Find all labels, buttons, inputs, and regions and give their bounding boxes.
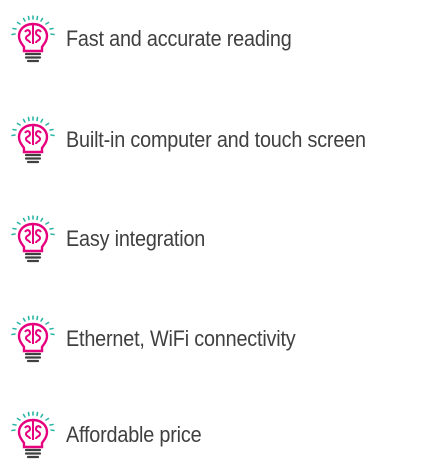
feature-item-connectivity: Ethernet, WiFi connectivity [8,314,321,364]
brain-bulb-icon [8,410,58,460]
brain-bulb-icon [8,214,58,264]
feature-list: Fast and accurate reading Built-in compu… [0,0,441,459]
feature-label: Fast and accurate reading [66,26,292,51]
brain-bulb-icon [8,314,58,364]
feature-item-easy-integration: Easy integration [8,214,221,264]
brain-bulb-icon [8,14,58,64]
feature-label: Affordable price [66,422,202,447]
feature-label: Easy integration [66,226,206,251]
feature-label: Ethernet, WiFi connectivity [66,326,296,351]
brain-bulb-icon [8,115,58,165]
feature-item-built-in-computer: Built-in computer and touch screen [8,115,399,165]
feature-item-affordable-price: Affordable price [8,410,217,460]
feature-item-fast-reading: Fast and accurate reading [8,14,317,64]
feature-label: Built-in computer and touch screen [66,127,366,152]
